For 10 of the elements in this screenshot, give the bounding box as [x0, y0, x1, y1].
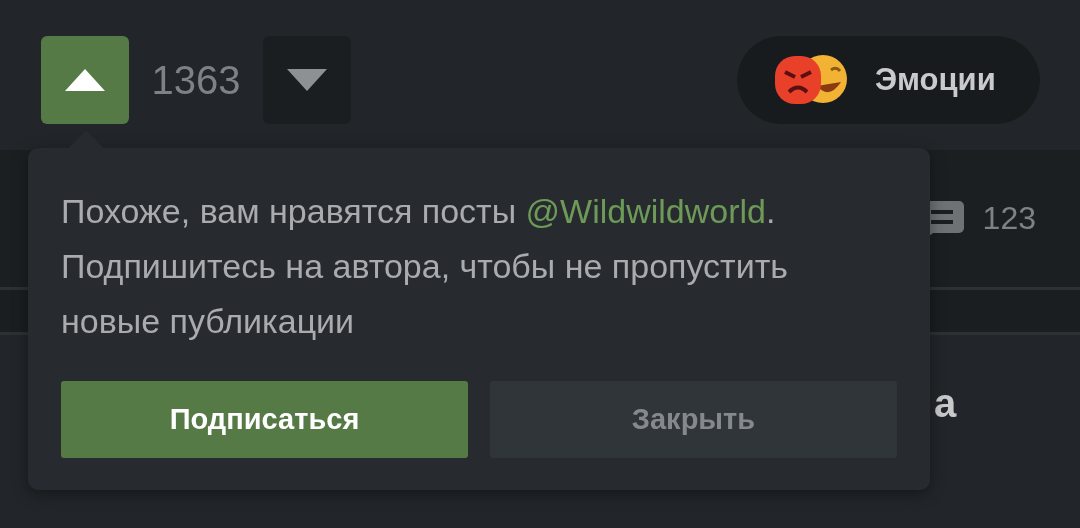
vote-score: 1363: [150, 57, 242, 103]
comment-count: 123: [982, 200, 1036, 237]
subscribe-button[interactable]: Подписаться: [61, 381, 468, 458]
downvote-button[interactable]: [263, 36, 351, 124]
close-button[interactable]: Закрыть: [490, 381, 897, 458]
post-title: а: [934, 381, 957, 425]
emotions-button[interactable]: Эмоции: [737, 36, 1040, 124]
upvote-button[interactable]: [41, 36, 129, 124]
popup-message: Похоже, вам нравятся посты @Wildwildworld. Подпишитесь на автора, чтобы не пропустить новые публикации: [61, 191, 789, 342]
author-link[interactable]: @Wildwildworld: [525, 192, 767, 230]
